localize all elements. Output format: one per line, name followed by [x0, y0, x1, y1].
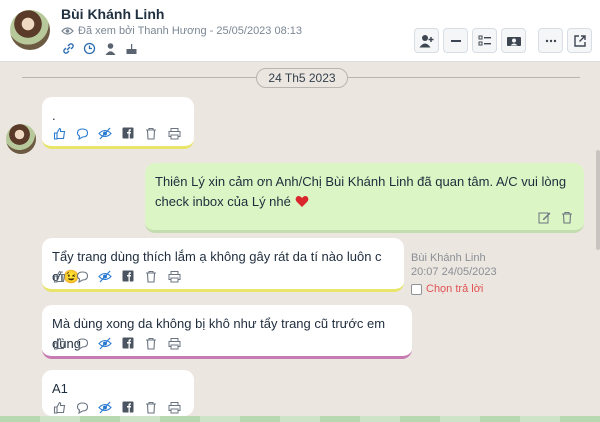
cake-icon[interactable]	[124, 41, 138, 55]
delete-icon[interactable]	[144, 400, 158, 414]
scrollbar[interactable]	[596, 150, 600, 250]
print-icon[interactable]	[167, 126, 181, 140]
outgoing-message-bubble: Thiên Lý xin cảm ơn Anh/Chị Bùi Khánh Li…	[145, 163, 584, 233]
comment-icon[interactable]	[75, 336, 89, 350]
delete-icon[interactable]	[144, 269, 158, 283]
contact-actions	[61, 41, 138, 55]
contact-name[interactable]: Bùi Khánh Linh	[61, 6, 164, 22]
delete-icon[interactable]	[144, 336, 158, 350]
message-bubble: A1	[42, 370, 194, 416]
hide-icon[interactable]	[98, 400, 112, 414]
message-text: Thiên Lý xin cảm ơn Anh/Chị Bùi Khánh Li…	[145, 163, 584, 212]
message-actions	[52, 336, 181, 350]
choose-reply-option[interactable]: Chọn trả lời	[411, 283, 483, 295]
link-icon[interactable]	[61, 41, 75, 55]
message-text: A1	[52, 381, 68, 396]
message-bubble: .	[42, 97, 194, 149]
date-divider: 24 Th5 2023	[256, 68, 348, 88]
eye-icon	[61, 26, 74, 36]
like-icon[interactable]	[52, 400, 66, 414]
hide-icon[interactable]	[98, 269, 112, 283]
header-toolbar	[414, 28, 592, 53]
checklist-button[interactable]	[472, 28, 497, 53]
minimize-button[interactable]	[443, 28, 468, 53]
message-author: Bùi Khánh Linh	[411, 252, 486, 264]
print-icon[interactable]	[167, 269, 181, 283]
reply-checkbox[interactable]	[411, 283, 422, 295]
comment-icon[interactable]	[75, 126, 89, 140]
open-external-button[interactable]	[567, 28, 592, 53]
add-user-button[interactable]	[414, 28, 439, 53]
message-text-content: Thiên Lý xin cảm ơn Anh/Chị Bùi Khánh Li…	[155, 174, 567, 209]
comment-icon[interactable]	[75, 269, 89, 283]
message-actions	[52, 269, 181, 283]
reply-label[interactable]: Chọn trả lời	[426, 283, 483, 295]
message-text: .	[52, 108, 56, 123]
message-bubble: Tẩy trang dùng thích lắm ạ không gây rát…	[42, 238, 404, 292]
user-icon[interactable]	[103, 41, 117, 55]
sender-avatar[interactable]	[6, 124, 36, 154]
facebook-icon[interactable]	[121, 400, 135, 414]
facebook-icon[interactable]	[121, 269, 135, 283]
comment-icon[interactable]	[75, 400, 89, 414]
more-options-button[interactable]	[538, 28, 563, 53]
like-icon[interactable]	[52, 126, 66, 140]
message-actions	[537, 210, 574, 224]
seen-text: Đã xem bởi Thanh Hương - 25/05/2023 08:1…	[78, 25, 303, 37]
message-timestamp: 20:07 24/05/2023	[411, 266, 497, 278]
delete-icon[interactable]	[144, 126, 158, 140]
message-bubble: Mà dùng xong da không bị khô như tẩy tra…	[42, 305, 412, 359]
history-icon[interactable]	[82, 41, 96, 55]
contacts-button[interactable]	[501, 28, 526, 53]
like-icon[interactable]	[52, 336, 66, 350]
delete-icon[interactable]	[560, 210, 574, 224]
bottom-strip	[0, 416, 600, 422]
facebook-icon[interactable]	[121, 126, 135, 140]
message-actions	[52, 400, 181, 414]
avatar[interactable]	[10, 10, 50, 50]
print-icon[interactable]	[167, 400, 181, 414]
hide-icon[interactable]	[98, 126, 112, 140]
message-actions	[52, 126, 181, 140]
conversation-header: Bùi Khánh Linh Đã xem bởi Thanh Hương - …	[0, 0, 600, 62]
print-icon[interactable]	[167, 336, 181, 350]
seen-status: Đã xem bởi Thanh Hương - 25/05/2023 08:1…	[61, 25, 302, 37]
like-icon[interactable]	[52, 269, 66, 283]
hide-icon[interactable]	[98, 336, 112, 350]
heart-icon	[295, 195, 309, 208]
facebook-icon[interactable]	[121, 336, 135, 350]
edit-icon[interactable]	[537, 210, 551, 224]
